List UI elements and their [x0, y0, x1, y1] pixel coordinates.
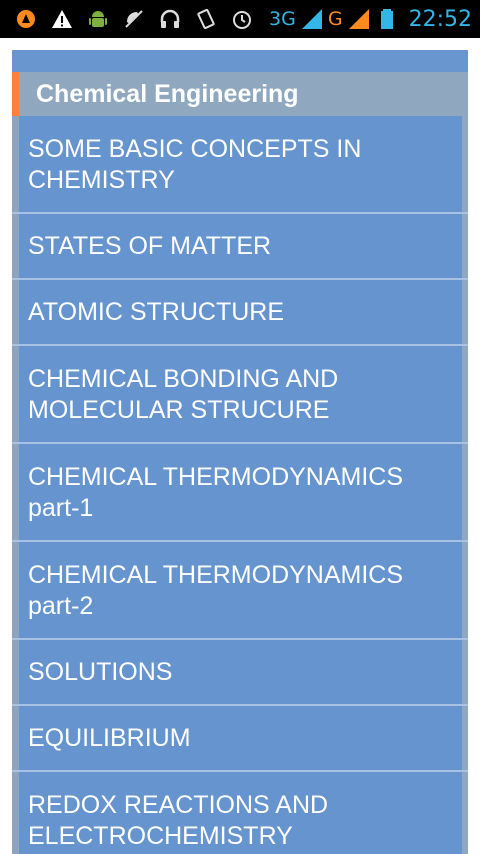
item-left-bar: [12, 214, 19, 278]
list-item-redox-reactions[interactable]: REDOX REACTIONS AND ELECTROCHEMISTRY: [12, 772, 468, 854]
clock: 22:52: [408, 6, 472, 32]
list-item-basic-concepts[interactable]: SOME BASIC CONCEPTS IN CHEMISTRY: [12, 116, 468, 214]
item-left-bar: [12, 444, 19, 540]
list-item-thermodynamics-part-1[interactable]: CHEMICAL THERMODYNAMICS part-1: [12, 444, 468, 542]
category-header[interactable]: Chemical Engineering: [12, 72, 468, 117]
notification-icons: [14, 0, 254, 38]
phone-silent-icon: [122, 7, 146, 31]
avast-icon: [14, 7, 38, 31]
item-label: CHEMICAL BONDING AND MOLECULAR STRUCURE: [28, 365, 339, 424]
panel-top-strip: [12, 50, 468, 72]
item-label: CHEMICAL THERMODYNAMICS part-2: [28, 561, 404, 620]
item-left-bar: [12, 706, 19, 770]
signal-strength-secondary-icon: [347, 7, 371, 31]
category-accent-bar: [12, 72, 19, 116]
network-g-label: G: [327, 8, 343, 30]
chapter-list: SOME BASIC CONCEPTS IN CHEMISTRY STATES …: [12, 116, 468, 854]
battery-icon: [375, 7, 399, 31]
list-item-thermodynamics-part-2[interactable]: CHEMICAL THERMODYNAMICS part-2: [12, 542, 468, 640]
item-left-bar: [12, 116, 19, 212]
item-label: CHEMICAL THERMODYNAMICS part-1: [28, 463, 404, 522]
item-label: SOLUTIONS: [28, 658, 173, 686]
list-item-atomic-structure[interactable]: ATOMIC STRUCTURE: [12, 280, 468, 346]
item-left-bar: [12, 280, 19, 344]
status-bar: 3G G 22:52: [0, 0, 480, 38]
signal-strength-icon: [300, 7, 324, 31]
item-right-bar: [462, 640, 468, 704]
item-label: ATOMIC STRUCTURE: [28, 298, 285, 326]
list-item-chemical-bonding[interactable]: CHEMICAL BONDING AND MOLECULAR STRUCURE: [12, 346, 468, 444]
item-left-bar: [12, 542, 19, 638]
item-label: SOME BASIC CONCEPTS IN CHEMISTRY: [28, 135, 362, 194]
list-item-equilibrium[interactable]: EQUILIBRIUM: [12, 706, 468, 772]
item-right-bar: [462, 280, 468, 344]
list-item-solutions[interactable]: SOLUTIONS: [12, 640, 468, 706]
item-left-bar: [12, 346, 19, 442]
alarm-icon: [230, 7, 254, 31]
headphones-icon: [158, 7, 182, 31]
item-label: EQUILIBRIUM: [28, 724, 191, 752]
item-label: STATES OF MATTER: [28, 232, 272, 260]
item-right-bar: [462, 214, 468, 278]
item-right-bar: [462, 444, 468, 540]
item-label: REDOX REACTIONS AND ELECTROCHEMISTRY: [28, 791, 329, 850]
warning-icon: [50, 7, 74, 31]
network-3g-label: 3G: [269, 8, 296, 30]
item-right-bar: [462, 346, 468, 442]
item-left-bar: [12, 640, 19, 704]
list-item-states-of-matter[interactable]: STATES OF MATTER: [12, 214, 468, 280]
category-title: Chemical Engineering: [36, 80, 299, 108]
system-status: 3G G 22:52: [269, 0, 472, 38]
item-right-bar: [462, 772, 468, 854]
android-debug-icon: [86, 7, 110, 31]
item-right-bar: [462, 706, 468, 770]
item-right-bar: [462, 116, 468, 212]
vibrate-icon: [194, 7, 218, 31]
item-left-bar: [12, 772, 19, 854]
item-right-bar: [462, 542, 468, 638]
chapter-list-panel: Chemical Engineering SOME BASIC CONCEPTS…: [12, 50, 468, 854]
